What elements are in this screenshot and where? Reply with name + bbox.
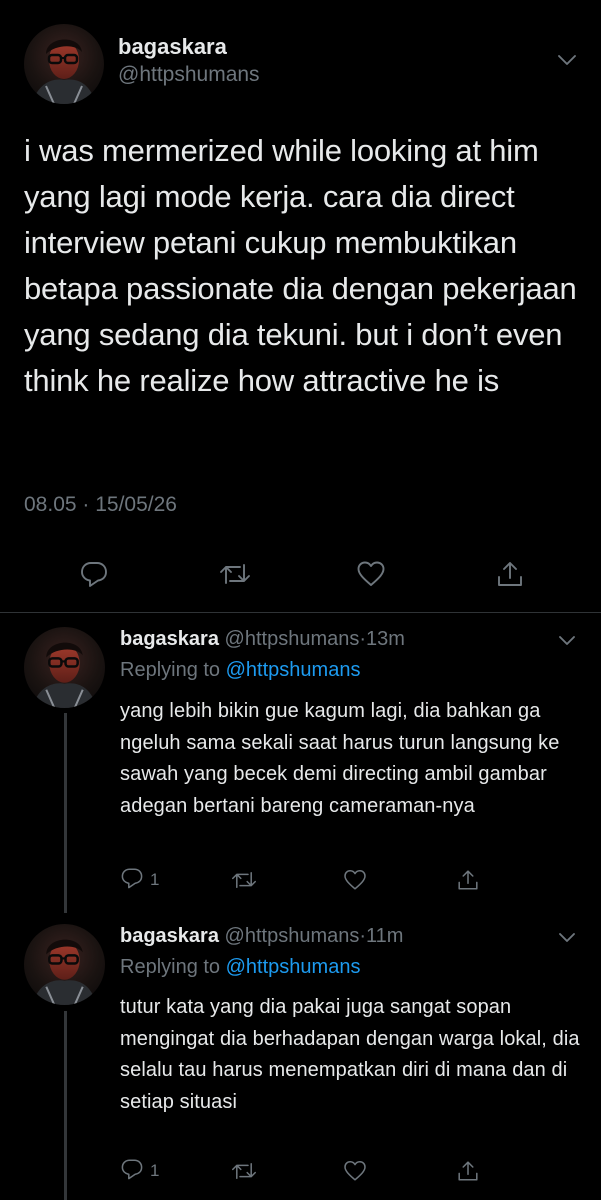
like-icon[interactable] [343, 865, 367, 895]
replying-label: Replying to [120, 659, 221, 681]
replying-to: Replying to @httpshumans [120, 659, 360, 682]
display-name[interactable]: bagaskara [120, 925, 219, 947]
mention-link[interactable]: @httpshumans [226, 956, 361, 978]
reply-tweet[interactable]: bagaskara @httpshumans·11m Replying to @… [0, 913, 601, 1200]
tweet-actions [0, 554, 601, 594]
reply-time[interactable]: 11m [366, 925, 403, 947]
reply-tweet[interactable]: bagaskara @httpshumans·13m Replying to @… [0, 613, 601, 913]
reply-button[interactable]: 1 [120, 865, 159, 895]
tweet-text: i was mermerized while looking at him ya… [24, 133, 577, 398]
chevron-down-icon[interactable] [556, 52, 578, 68]
reply-actions: 1 [0, 1156, 601, 1186]
reply-icon [120, 866, 144, 895]
share-icon[interactable] [456, 865, 480, 895]
user-handle[interactable]: @httpshumans [225, 925, 360, 947]
replying-label: Replying to [120, 956, 221, 978]
tweet-timestamp[interactable]: 08.05 · 15/05/26 [24, 493, 177, 517]
retweet-icon[interactable] [215, 554, 255, 594]
reply-header: bagaskara @httpshumans·13m [120, 628, 405, 651]
like-icon[interactable] [351, 554, 391, 594]
chevron-down-icon[interactable] [557, 931, 577, 945]
chevron-down-icon[interactable] [557, 634, 577, 648]
user-handle[interactable]: @httpshumans [225, 628, 360, 650]
share-icon[interactable] [456, 1156, 480, 1186]
reply-header: bagaskara @httpshumans·11m [120, 925, 403, 948]
retweet-icon[interactable] [230, 1156, 258, 1186]
like-icon[interactable] [343, 1156, 367, 1186]
user-handle[interactable]: @httpshumans [118, 63, 260, 87]
avatar[interactable] [24, 24, 104, 104]
mention-link[interactable]: @httpshumans [226, 659, 361, 681]
reply-text: yang lebih bikin gue kagum lagi, dia bah… [120, 700, 560, 817]
avatar[interactable] [24, 627, 105, 708]
reply-text: tutur kata yang dia pakai juga sangat so… [120, 996, 580, 1113]
main-tweet: bagaskara @httpshumans i was mermerized … [0, 0, 601, 612]
reply-button[interactable]: 1 [120, 1156, 159, 1186]
share-icon[interactable] [490, 554, 530, 594]
reply-actions: 1 [0, 865, 601, 895]
avatar[interactable] [24, 924, 105, 1005]
retweet-icon[interactable] [230, 865, 258, 895]
replying-to: Replying to @httpshumans [120, 956, 360, 979]
reply-count: 1 [150, 870, 160, 889]
display-name[interactable]: bagaskara [118, 34, 227, 60]
reply-time[interactable]: 13m [366, 628, 405, 650]
reply-icon[interactable] [74, 554, 114, 594]
reply-icon [120, 1157, 144, 1186]
reply-count: 1 [150, 1161, 160, 1180]
display-name[interactable]: bagaskara [120, 628, 219, 650]
